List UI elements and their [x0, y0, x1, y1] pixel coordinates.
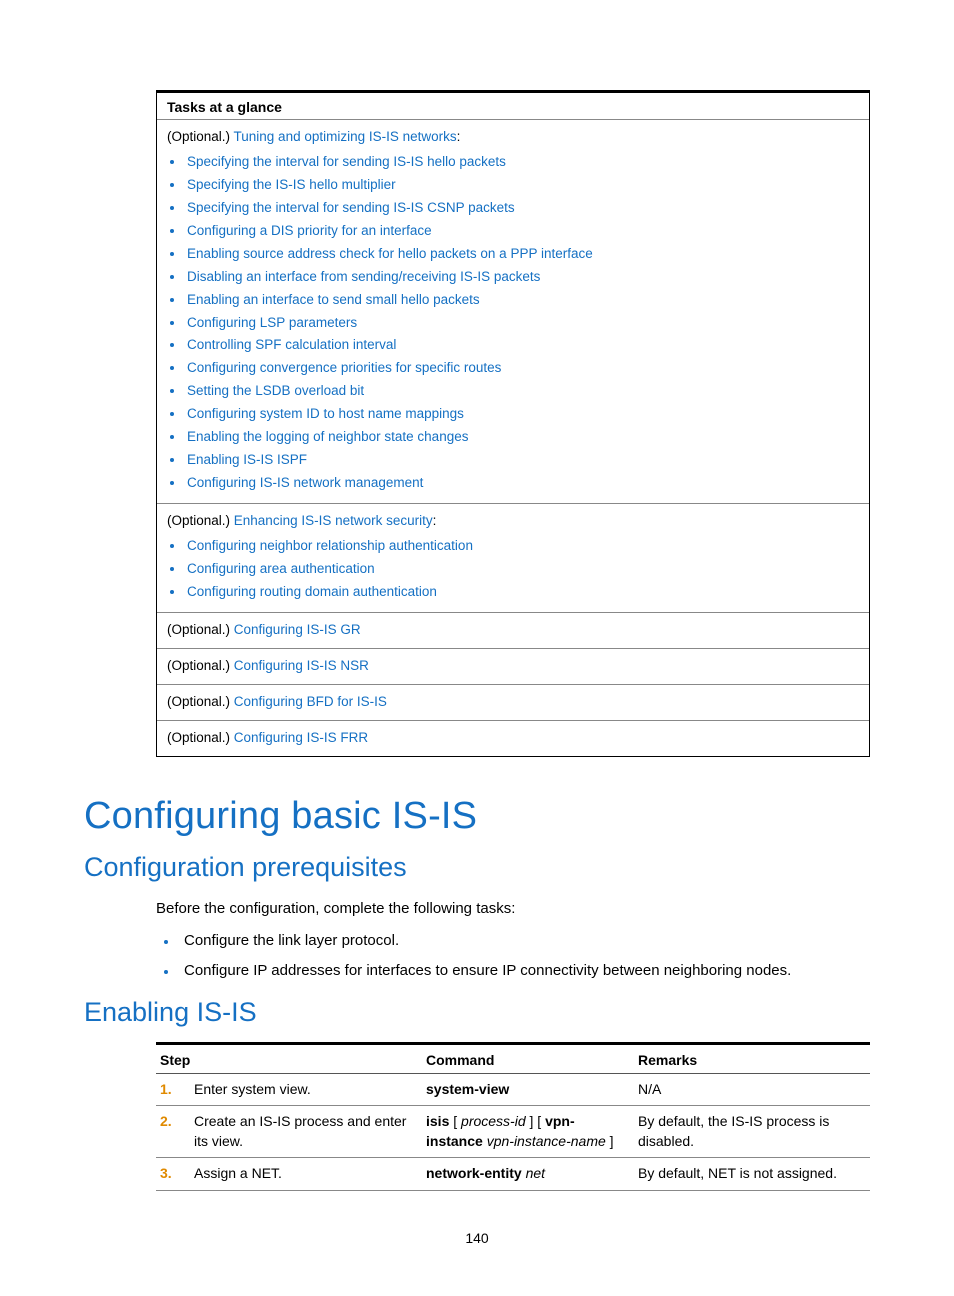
- list-item: Configuring system ID to host name mappi…: [185, 403, 859, 426]
- table-row: 3.Assign a NET.network-entity netBy defa…: [156, 1158, 870, 1191]
- task-link[interactable]: Configuring neighbor relationship authen…: [187, 538, 473, 553]
- command-text: isis [ process-id ] [ vpn-instance vpn-i…: [422, 1106, 634, 1158]
- step-number: 2.: [156, 1106, 190, 1158]
- tasks-section-tuning: (Optional.) Tuning and optimizing IS-IS …: [157, 120, 869, 504]
- list-item: Configuring LSP parameters: [185, 312, 859, 335]
- col-command: Command: [422, 1043, 634, 1073]
- list-item: Setting the LSDB overload bit: [185, 380, 859, 403]
- task-link[interactable]: Specifying the interval for sending IS-I…: [187, 200, 515, 215]
- colon: :: [433, 513, 437, 528]
- step-text: Enter system view.: [190, 1073, 422, 1106]
- list-item: Configuring convergence priorities for s…: [185, 357, 859, 380]
- task-link[interactable]: Disabling an interface from sending/rece…: [187, 269, 540, 284]
- tuning-links-list: Specifying the interval for sending IS-I…: [185, 151, 859, 495]
- list-item: Controlling SPF calculation interval: [185, 334, 859, 357]
- step-number: 3.: [156, 1158, 190, 1191]
- list-item: Enabling an interface to send small hell…: [185, 289, 859, 312]
- task-link[interactable]: Configuring BFD for IS-IS: [234, 694, 387, 709]
- list-item: Enabling IS-IS ISPF: [185, 449, 859, 472]
- task-link[interactable]: Specifying the interval for sending IS-I…: [187, 154, 506, 169]
- step-number: 1.: [156, 1073, 190, 1106]
- list-item: Enabling the logging of neighbor state c…: [185, 426, 859, 449]
- table-row: 1.Enter system view.system-viewN/A: [156, 1073, 870, 1106]
- tasks-section-single: (Optional.) Configuring IS-IS FRR: [157, 721, 869, 756]
- heading-enabling-isis: Enabling IS-IS: [84, 997, 870, 1028]
- enabling-isis-table: Step Command Remarks 1.Enter system view…: [156, 1042, 870, 1191]
- tasks-section-security: (Optional.) Enhancing IS-IS network secu…: [157, 504, 869, 613]
- tasks-section-single: (Optional.) Configuring IS-IS GR: [157, 613, 869, 649]
- step-text: Assign a NET.: [190, 1158, 422, 1191]
- link-tuning-optimizing[interactable]: Tuning and optimizing IS-IS networks: [234, 129, 457, 144]
- step-text: Create an IS-IS process and enter its vi…: [190, 1106, 422, 1158]
- task-link[interactable]: Configuring routing domain authenticatio…: [187, 584, 437, 599]
- task-link[interactable]: Configuring LSP parameters: [187, 315, 357, 330]
- list-item: Configure the link layer protocol.: [178, 929, 870, 953]
- list-item: Specifying the interval for sending IS-I…: [185, 151, 859, 174]
- colon: :: [457, 129, 461, 144]
- list-item: Disabling an interface from sending/rece…: [185, 266, 859, 289]
- task-link[interactable]: Configuring area authentication: [187, 561, 375, 576]
- optional-label: (Optional.): [167, 730, 234, 745]
- list-item: Configuring routing domain authenticatio…: [185, 581, 859, 604]
- task-link[interactable]: Configuring IS-IS FRR: [234, 730, 368, 745]
- security-links-list: Configuring neighbor relationship authen…: [185, 535, 859, 604]
- task-link[interactable]: Enabling IS-IS ISPF: [187, 452, 307, 467]
- col-step: Step: [156, 1043, 422, 1073]
- list-item: Configuring IS-IS network management: [185, 472, 859, 495]
- optional-label: (Optional.): [167, 129, 234, 144]
- optional-label: (Optional.): [167, 658, 234, 673]
- task-link[interactable]: Configuring IS-IS GR: [234, 622, 361, 637]
- task-link[interactable]: Enabling the logging of neighbor state c…: [187, 429, 468, 444]
- task-link[interactable]: Configuring IS-IS network management: [187, 475, 423, 490]
- prereq-list: Configure the link layer protocol. Config…: [178, 929, 870, 983]
- list-item: Configuring a DIS priority for an interf…: [185, 220, 859, 243]
- remarks-text: By default, NET is not assigned.: [634, 1158, 870, 1191]
- command-text: system-view: [422, 1073, 634, 1106]
- prereq-body: Before the configuration, complete the f…: [156, 897, 870, 983]
- col-remarks: Remarks: [634, 1043, 870, 1073]
- list-item: Configuring area authentication: [185, 558, 859, 581]
- table-row: 2.Create an IS-IS process and enter its …: [156, 1106, 870, 1158]
- task-link[interactable]: Configuring a DIS priority for an interf…: [187, 223, 432, 238]
- heading-configuration-prerequisites: Configuration prerequisites: [84, 852, 870, 883]
- command-text: network-entity net: [422, 1158, 634, 1191]
- optional-label: (Optional.): [167, 622, 234, 637]
- task-link[interactable]: Enabling an interface to send small hell…: [187, 292, 480, 307]
- task-link[interactable]: Configuring IS-IS NSR: [234, 658, 369, 673]
- link-enhancing-security[interactable]: Enhancing IS-IS network security: [234, 513, 433, 528]
- task-link[interactable]: Enabling source address check for hello …: [187, 246, 593, 261]
- tasks-section-single: (Optional.) Configuring BFD for IS-IS: [157, 685, 869, 721]
- heading-configuring-basic-isis: Configuring basic IS-IS: [84, 795, 870, 838]
- list-item: Configure IP addresses for interfaces to…: [178, 959, 870, 983]
- remarks-text: By default, the IS-IS process is disable…: [634, 1106, 870, 1158]
- prereq-intro: Before the configuration, complete the f…: [156, 897, 870, 921]
- page-number: 140: [0, 1230, 954, 1246]
- list-item: Specifying the IS-IS hello multiplier: [185, 174, 859, 197]
- list-item: Specifying the interval for sending IS-I…: [185, 197, 859, 220]
- list-item: Configuring neighbor relationship authen…: [185, 535, 859, 558]
- task-link[interactable]: Configuring convergence priorities for s…: [187, 360, 501, 375]
- remarks-text: N/A: [634, 1073, 870, 1106]
- tasks-header: Tasks at a glance: [157, 93, 869, 120]
- task-link[interactable]: Controlling SPF calculation interval: [187, 337, 396, 352]
- list-item: Enabling source address check for hello …: [185, 243, 859, 266]
- task-link[interactable]: Setting the LSDB overload bit: [187, 383, 364, 398]
- optional-label: (Optional.): [167, 513, 234, 528]
- task-link[interactable]: Specifying the IS-IS hello multiplier: [187, 177, 396, 192]
- tasks-section-single: (Optional.) Configuring IS-IS NSR: [157, 649, 869, 685]
- tasks-at-a-glance-box: Tasks at a glance (Optional.) Tuning and…: [156, 90, 870, 757]
- optional-label: (Optional.): [167, 694, 234, 709]
- task-link[interactable]: Configuring system ID to host name mappi…: [187, 406, 464, 421]
